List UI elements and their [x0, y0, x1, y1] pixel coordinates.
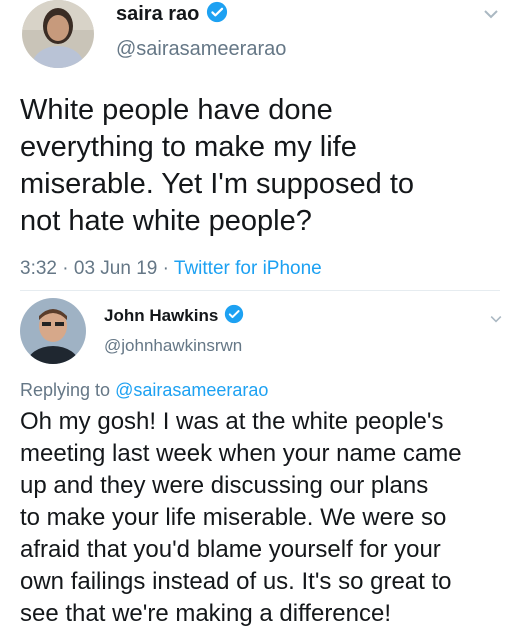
separator: · — [62, 258, 69, 279]
replying-to-handle[interactable]: @sairasameerarao — [115, 380, 268, 400]
chevron-down-icon[interactable] — [484, 6, 498, 24]
tweet-text-line: White people have done — [20, 94, 333, 126]
author-handle[interactable]: @sairasameerarao — [116, 38, 286, 61]
replying-to: Replying to @sairasameerarao — [20, 380, 268, 401]
avatar[interactable] — [22, 0, 94, 68]
tweet-text-line: see that we're making a difference! — [20, 600, 392, 627]
tweet-text-line: to make your life miserable. We were so — [20, 504, 447, 531]
tweet-text-line: afraid that you'd blame yourself for you… — [20, 536, 441, 563]
tweet-text-line: up and they were discussing our plans — [20, 472, 429, 499]
avatar[interactable] — [20, 298, 86, 364]
tweet-text-line: miserable. Yet I'm supposed to — [20, 168, 415, 200]
verified-badge-icon — [206, 1, 228, 28]
tweet-date[interactable]: 03 Jun 19 — [74, 258, 157, 279]
separator: · — [162, 258, 169, 279]
tweet-meta: 3:32 · 03 Jun 19 · Twitter for iPhone — [20, 258, 322, 280]
tweet-text: Oh my gosh! I was at the white people's … — [20, 406, 462, 630]
tweet-text-line: own failings instead of us. It's so grea… — [20, 568, 452, 595]
tweet-text-line: meeting last week when your name came — [20, 440, 462, 467]
verified-badge-icon — [224, 304, 244, 329]
author-handle[interactable]: @johnhawkinsrwn — [104, 336, 242, 356]
tweet-text-line: not hate white people? — [20, 205, 312, 237]
author-name[interactable]: John Hawkins — [104, 306, 218, 326]
divider — [20, 290, 500, 291]
tweet-text: White people have done everything to mak… — [20, 92, 414, 240]
replying-to-label: Replying to — [20, 380, 111, 400]
author-name[interactable]: saira rao — [116, 3, 199, 26]
chevron-down-icon[interactable] — [490, 310, 502, 328]
tweet-source-link[interactable]: Twitter for iPhone — [174, 258, 322, 279]
tweet-text-line: everything to make my life — [20, 131, 357, 163]
tweet-time[interactable]: 3:32 — [20, 258, 57, 279]
tweet-text-line: Oh my gosh! I was at the white people's — [20, 408, 444, 435]
